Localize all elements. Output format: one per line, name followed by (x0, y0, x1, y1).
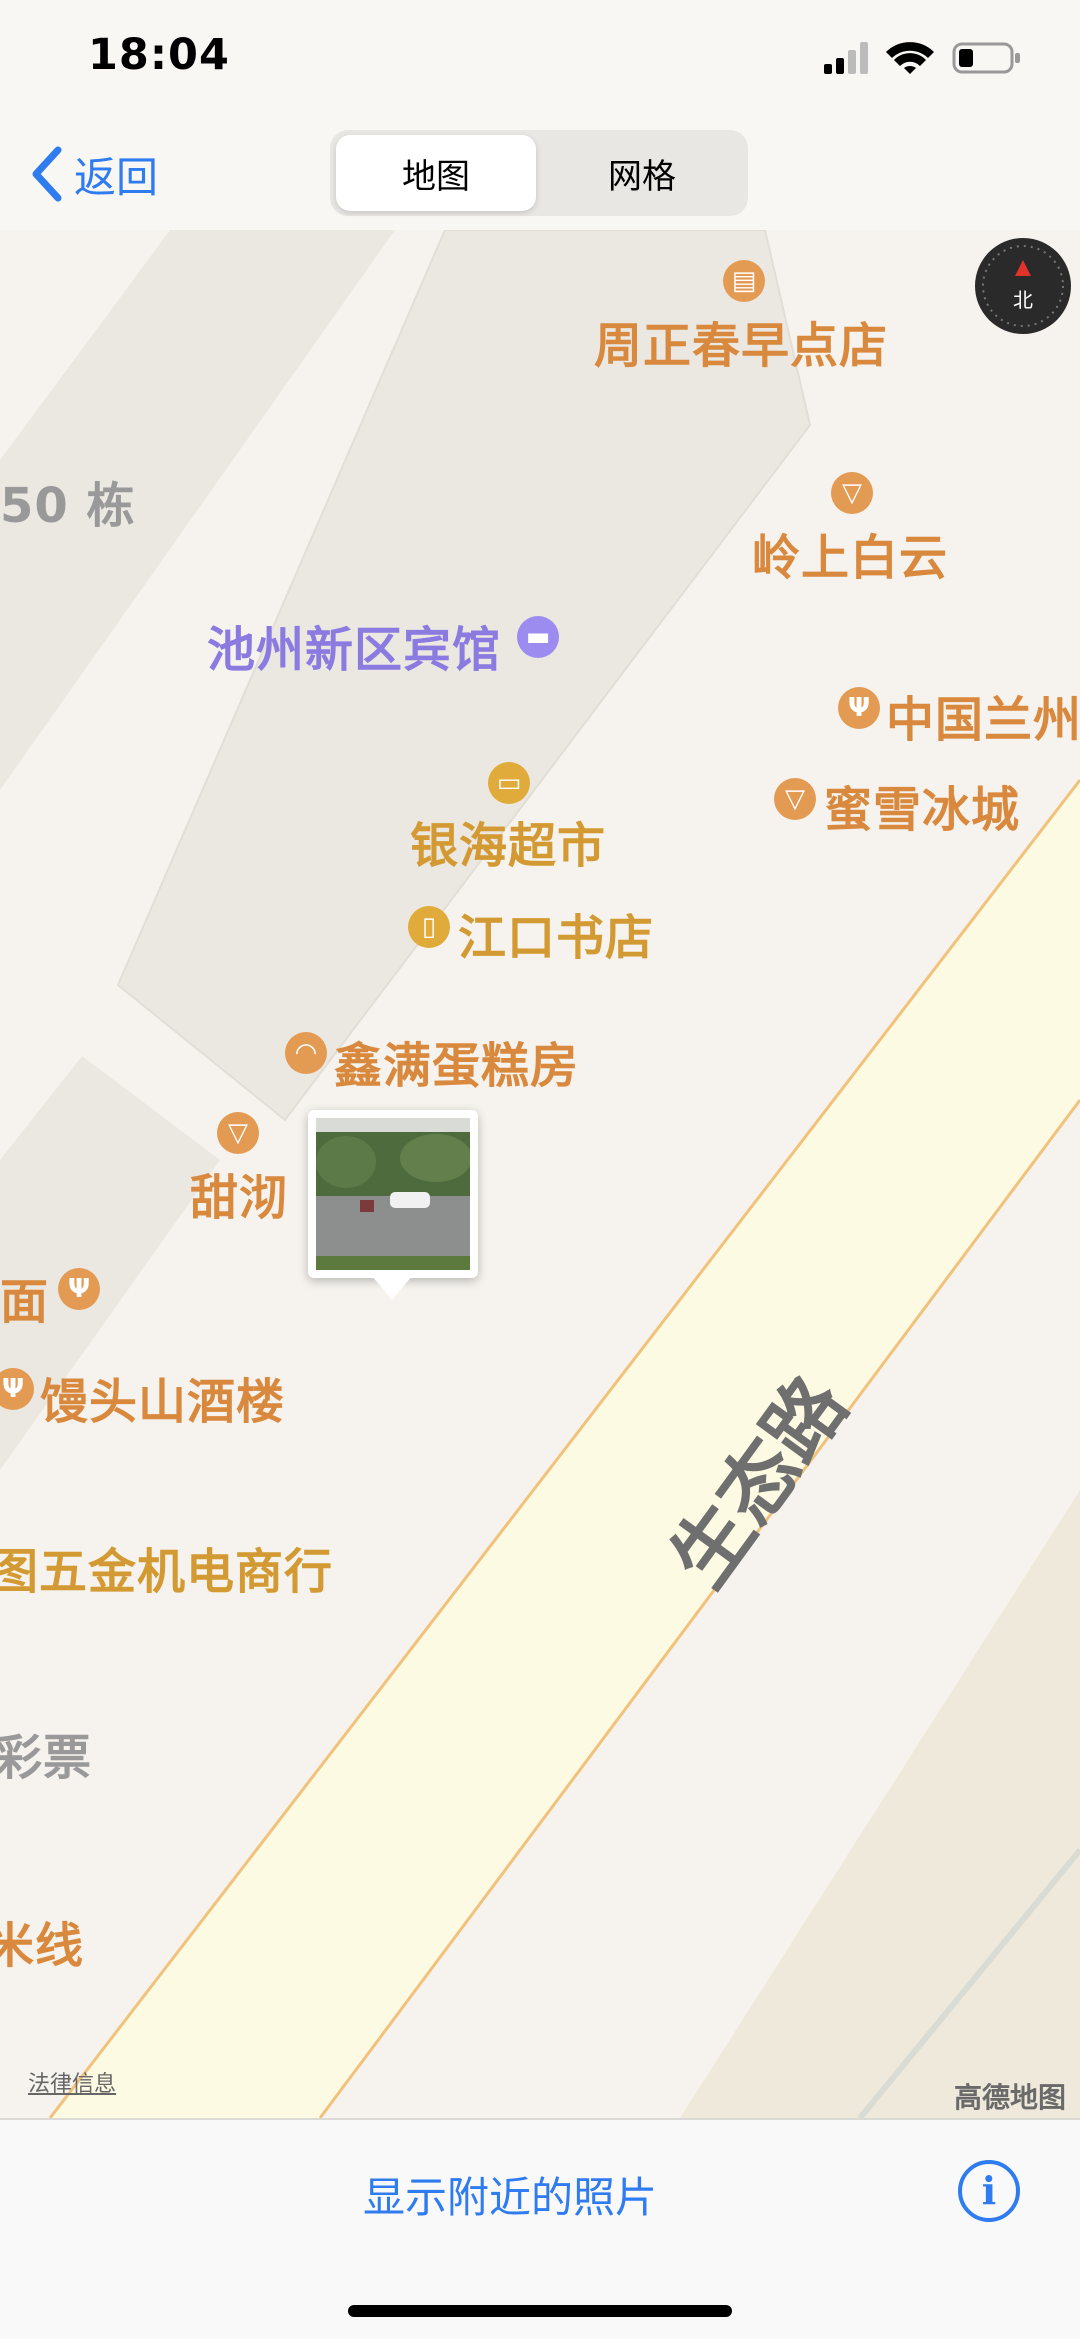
photo-thumbnail[interactable] (316, 1118, 470, 1270)
poi-label[interactable]: 蜜雪冰城 (824, 770, 1020, 840)
poi-label[interactable]: 彩票 (0, 1718, 92, 1788)
nav-bar: 返回 地图 网格 (0, 118, 1080, 232)
poi-label[interactable]: 面 (0, 1262, 49, 1332)
breakfast-icon[interactable]: ▤ (723, 260, 765, 302)
book-icon[interactable]: ▯ (408, 906, 450, 948)
compass-label: 北 (1013, 288, 1033, 312)
cellular-signal-icon (824, 42, 868, 74)
home-indicator (348, 2305, 732, 2317)
back-label: 返回 (74, 152, 159, 202)
poi-label[interactable]: 图五金机电商行 (0, 1532, 333, 1602)
poi-label[interactable]: 江口书店 (458, 898, 654, 968)
poi-label: 50 栋 (0, 478, 136, 534)
bakery-icon[interactable]: ◠ (285, 1032, 327, 1074)
icecream-icon[interactable]: ▽ (831, 472, 873, 514)
photo-pin[interactable] (308, 1110, 478, 1278)
back-button[interactable]: 返回 (30, 142, 158, 206)
store-icon[interactable]: ▭ (488, 762, 530, 804)
fork-knife-icon[interactable]: Ψ (838, 687, 880, 729)
status-bar: 18:04 (0, 0, 1080, 118)
poi-label[interactable]: 岭上白云 (752, 518, 948, 588)
map-base (0, 230, 1080, 2118)
compass[interactable]: 北 (975, 238, 1071, 334)
poi-label[interactable]: 馒头山酒楼 (40, 1362, 285, 1432)
battery-icon (952, 42, 1020, 74)
status-time: 18:04 (88, 30, 230, 80)
icecream-icon[interactable]: ▽ (217, 1112, 259, 1154)
chevron-left-icon (32, 146, 62, 202)
poi-label[interactable]: 鑫满蛋糕房 (334, 1026, 579, 1096)
view-segmented-control: 地图 网格 (330, 130, 748, 216)
map-view[interactable]: 生态路 ▤ 周正春早点店 50 栋 ▽ 岭上白云 池州新区宾馆 ▬ Ψ 中国兰州… (0, 230, 1080, 2118)
poi-label[interactable]: 池州新区宾馆 (207, 610, 501, 680)
legal-info-link[interactable]: 法律信息 (28, 2066, 116, 2098)
poi-label[interactable]: 米线 (0, 1906, 84, 1976)
map-provider-logo: 高德地图 (953, 2081, 1066, 2114)
poi-label[interactable]: 银海超市 (410, 806, 606, 876)
info-icon[interactable]: i (958, 2160, 1020, 2222)
segment-grid[interactable]: 网格 (542, 135, 742, 211)
status-icons (824, 38, 1024, 78)
poi-label[interactable]: 周正春早点店 (594, 306, 888, 376)
wifi-icon (886, 42, 934, 74)
bed-icon[interactable]: ▬ (517, 616, 559, 658)
show-nearby-photos-button[interactable]: 显示附近的照片 (0, 2164, 1020, 2225)
segment-map[interactable]: 地图 (336, 135, 536, 211)
icecream-icon[interactable]: ▽ (774, 778, 816, 820)
fork-knife-icon[interactable]: Ψ (58, 1268, 100, 1310)
poi-label[interactable]: 中国兰州 (886, 680, 1080, 750)
photo-pin-tail (372, 1276, 412, 1300)
poi-label[interactable]: 甜沏 (190, 1158, 288, 1228)
